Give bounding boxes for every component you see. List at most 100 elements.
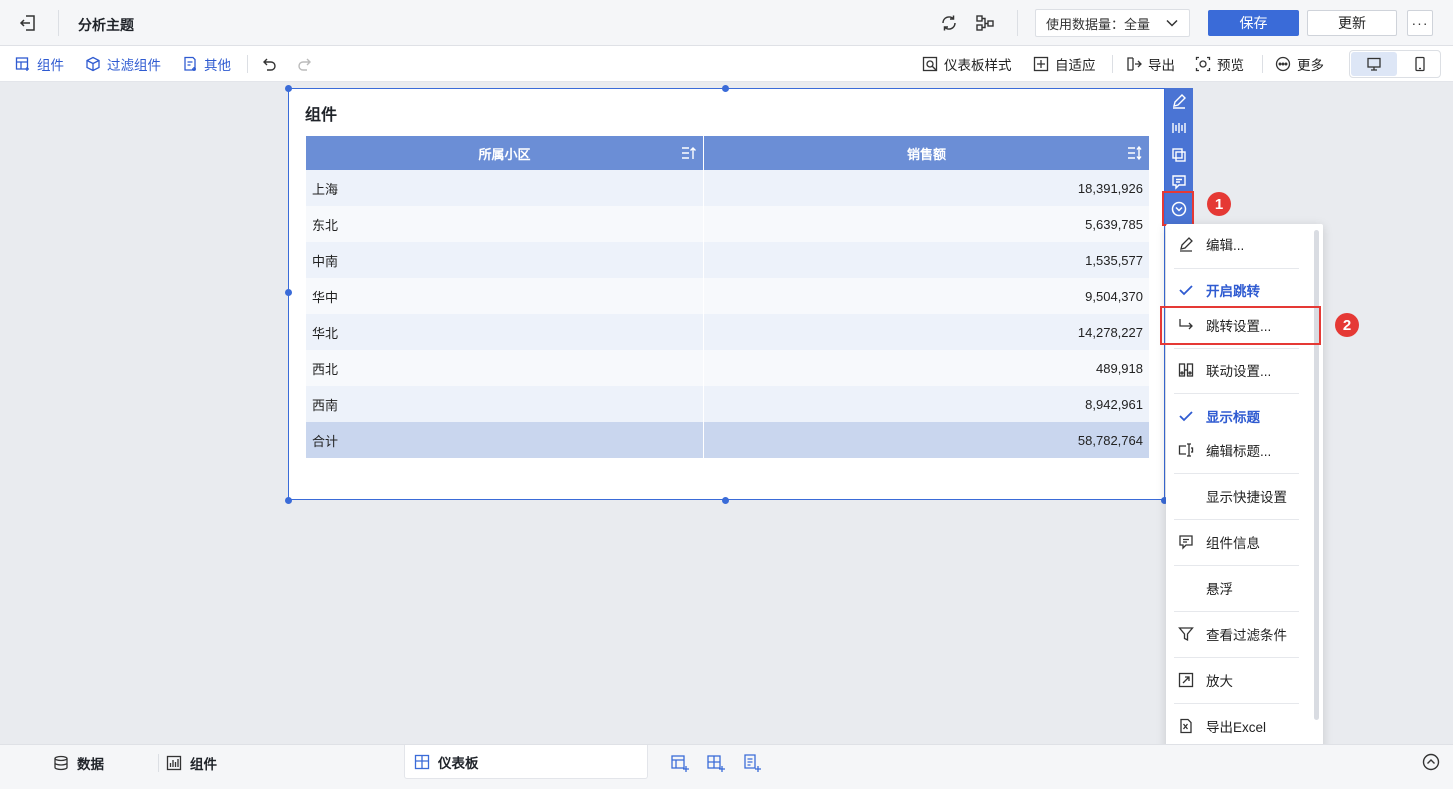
data-volume-select[interactable]: 使用数据量：全量 (1035, 9, 1190, 37)
column-header-sales[interactable]: 销售额 (704, 136, 1149, 170)
resize-handle[interactable] (722, 497, 729, 504)
region-cell: 华中 (306, 278, 704, 314)
export-button[interactable]: 导出 (1126, 46, 1175, 81)
tab-data[interactable]: 数据 (53, 745, 104, 780)
resize-handle[interactable] (285, 289, 292, 296)
add-component-button[interactable]: 组件 (15, 46, 64, 81)
add-component-icon[interactable] (706, 753, 726, 773)
column-header-region[interactable]: 所属小区 (306, 136, 704, 170)
total-value: 58,782,764 (1077, 432, 1143, 448)
table-row[interactable]: 中南 1,535,577 (306, 242, 1149, 278)
preview-label: 预览 (1217, 57, 1244, 73)
table-row[interactable]: 西南 8,942,961 (306, 386, 1149, 422)
menu-item-label: 开启跳转 (1206, 284, 1260, 299)
cube-icon (86, 56, 100, 71)
copy-icon[interactable] (1171, 147, 1187, 163)
toolbar: 组件 过滤组件 其他 仪表板样式 自适应 导出 预览 更多 (0, 46, 1453, 82)
tab-component[interactable]: 组件 (166, 745, 217, 780)
auto-fit-label: 自适应 (1055, 57, 1096, 73)
region-cell: 西南 (306, 386, 704, 422)
sales-cell: 14,278,227 (1077, 324, 1143, 340)
edit-icon (1180, 237, 1193, 252)
sales-cell: 5,639,785 (1085, 216, 1143, 232)
table-row[interactable]: 西北 489,918 (306, 350, 1149, 386)
divider (1174, 473, 1299, 474)
more-button[interactable]: 更多 (1275, 46, 1324, 81)
add-other-button[interactable]: 其他 (182, 46, 231, 81)
sort-icon[interactable] (1127, 145, 1143, 161)
menu-item-enable-jump[interactable]: 开启跳转 (1166, 275, 1323, 305)
desktop-view-button[interactable] (1351, 52, 1397, 76)
divider (158, 754, 159, 772)
divider (1017, 10, 1018, 36)
chart-icon (166, 755, 182, 770)
menu-item-component-info[interactable]: 组件信息 (1166, 527, 1323, 557)
preview-icon (1195, 56, 1211, 71)
refresh-icon[interactable] (939, 13, 959, 33)
table-row[interactable]: 上海 18,391,926 (306, 170, 1149, 206)
tab-dashboard[interactable]: 仪表板 (404, 745, 648, 779)
menu-item-export-excel[interactable]: 导出Excel (1166, 711, 1323, 741)
highlight-box (1162, 191, 1194, 226)
menu-item-label: 悬浮 (1206, 582, 1233, 597)
menu-item-edit[interactable]: 编辑... (1166, 229, 1323, 259)
menu-item-label: 编辑... (1206, 238, 1245, 253)
export-icon (1127, 56, 1142, 71)
divider (1174, 268, 1299, 269)
menu-item-view-filter[interactable]: 查看过滤条件 (1166, 619, 1323, 649)
data-table: 所属小区 销售额 上海 18,391,926 东北 5,639,785 中南 1,53… (306, 136, 1149, 458)
undo-button[interactable] (261, 46, 277, 81)
resize-handle[interactable] (285, 497, 292, 504)
auto-fit-button[interactable]: 自适应 (1033, 46, 1096, 81)
menu-item-zoom[interactable]: 放大 (1166, 665, 1323, 695)
divider (1174, 565, 1299, 566)
edit-icon[interactable] (1171, 93, 1187, 109)
add-filter-component-button[interactable]: 过滤组件 (85, 46, 161, 81)
collapse-up-icon[interactable] (1422, 753, 1440, 771)
update-button[interactable]: 更新 (1307, 10, 1397, 36)
menu-item-label: 显示标题 (1206, 410, 1260, 425)
add-table-icon[interactable] (670, 753, 690, 773)
highlight-box (1160, 306, 1321, 345)
mobile-view-button[interactable] (1400, 52, 1440, 76)
add-report-icon[interactable] (742, 753, 762, 773)
divider (1262, 55, 1263, 73)
table-row[interactable]: 东北 5,639,785 (306, 206, 1149, 242)
sales-cell: 489,918 (1096, 360, 1143, 376)
menu-item-linkage-settings[interactable]: 联动设置... (1166, 355, 1323, 385)
dashboard-style-button[interactable]: 仪表板样式 (922, 46, 1012, 81)
sort-icon[interactable] (681, 145, 697, 161)
more-menu-button[interactable]: ··· (1407, 10, 1433, 36)
others-label: 其他 (204, 57, 231, 73)
mobile-icon (1415, 56, 1425, 72)
info-comment-icon (1179, 535, 1193, 550)
edit-title-icon (1178, 443, 1194, 457)
resize-handle[interactable] (722, 85, 729, 92)
preview-button[interactable]: 预览 (1195, 46, 1244, 81)
linkage-icon (1178, 363, 1194, 377)
exit-icon[interactable] (18, 13, 38, 33)
divider (247, 55, 248, 73)
save-button[interactable]: 保存 (1208, 10, 1299, 36)
page-title: 分析主题 (78, 17, 134, 33)
sales-cell: 8,942,961 (1085, 396, 1143, 412)
redo-icon (298, 58, 311, 71)
menu-scrollbar[interactable] (1314, 230, 1319, 720)
menu-item-show-title[interactable]: 显示标题 (1166, 401, 1323, 431)
table-row[interactable]: 华中 9,504,370 (306, 278, 1149, 314)
menu-item-label: 编辑标题... (1206, 444, 1272, 459)
menu-item-show-quick-settings[interactable]: 显示快捷设置 (1166, 481, 1323, 511)
total-row[interactable]: 合计 58,782,764 (306, 422, 1149, 458)
lineage-icon[interactable] (975, 13, 995, 33)
column-header-label: 销售额 (906, 146, 946, 162)
menu-item-edit-title[interactable]: 编辑标题... (1166, 435, 1323, 465)
barcode-icon[interactable] (1171, 120, 1187, 136)
filter-components-label: 过滤组件 (107, 57, 161, 73)
table-widget[interactable]: 组件 所属小区 销售额 上海 18,391,926 东北 5,639,785 中南 1… (288, 88, 1165, 500)
table-row[interactable]: 华北 14,278,227 (306, 314, 1149, 350)
redo-button[interactable] (297, 46, 313, 81)
comment-icon[interactable] (1171, 174, 1187, 190)
resize-handle[interactable] (285, 85, 292, 92)
menu-item-float[interactable]: 悬浮 (1166, 573, 1323, 603)
tab-label: 数据 (77, 756, 104, 772)
